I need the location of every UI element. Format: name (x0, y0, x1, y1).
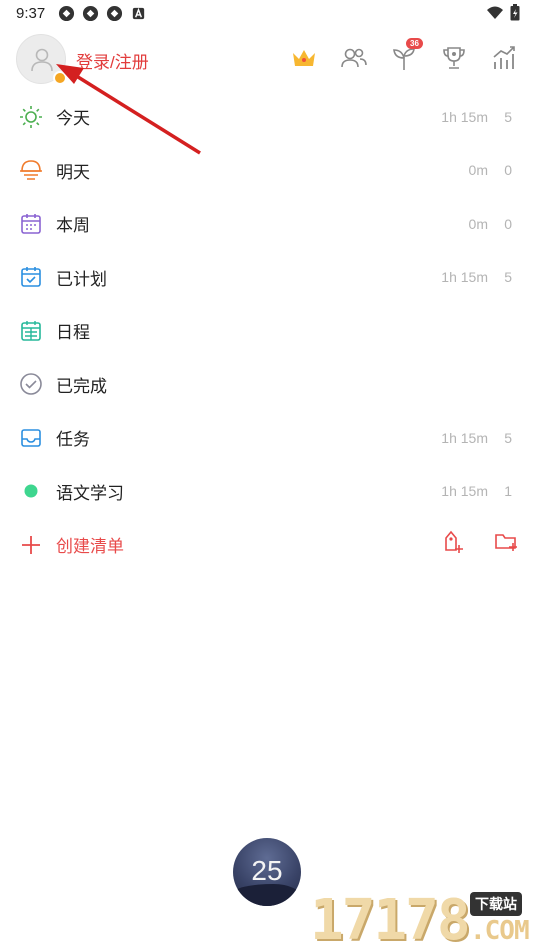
add-folder-icon[interactable] (494, 531, 518, 558)
calendar-week-icon (19, 212, 43, 236)
list-count: 5 (504, 108, 512, 125)
battery-icon (510, 4, 520, 21)
crown-icon[interactable] (290, 44, 318, 72)
list-label: 语文学习 (56, 483, 124, 503)
list-label: 日程 (56, 323, 90, 343)
timer-background (233, 884, 301, 906)
green-dot-icon (19, 479, 43, 503)
list-label: 已完成 (56, 376, 107, 396)
list-label: 明天 (56, 162, 90, 182)
stats-icon[interactable] (490, 44, 518, 72)
add-tag-icon[interactable] (442, 530, 464, 559)
sprout-badge: 36 (406, 38, 423, 49)
list-count: 5 (504, 429, 512, 446)
status-notification-icons (58, 5, 147, 22)
app-notification-icon (82, 5, 99, 22)
user-icon (31, 48, 53, 72)
status-right-icons (486, 4, 520, 21)
inbox-icon (19, 426, 43, 450)
sprout-icon[interactable]: 36 (390, 38, 423, 72)
list-item-completed[interactable]: 已完成 (0, 358, 534, 412)
list-label: 今天 (56, 109, 90, 129)
list-count: 0 (504, 215, 512, 232)
list-item-tasks[interactable]: 任务 1h 15m 5 (0, 411, 534, 465)
plus-icon (19, 533, 43, 557)
header-actions: 36 (290, 38, 518, 72)
list-count: 1 (504, 483, 512, 500)
list-count: 5 (504, 269, 512, 286)
smart-lists: 今天 1h 15m 5 明天 0m 0 本周 0m 0 已计划 1h 15m 5… (0, 90, 534, 572)
sunset-icon (19, 158, 43, 182)
list-item-schedule[interactable]: 日程 (0, 304, 534, 358)
calendar-grid-icon (19, 319, 43, 343)
wifi-icon (487, 6, 503, 19)
header: 登录/注册 36 (0, 30, 534, 90)
list-duration: 1h 15m (441, 269, 488, 286)
status-time: 9:37 (16, 5, 46, 22)
avatar[interactable] (16, 34, 67, 85)
check-circle-icon (19, 372, 43, 396)
create-list-label[interactable]: 创建清单 (56, 532, 124, 557)
list-duration: 1h 15m (441, 483, 488, 500)
list-count: 0 (504, 162, 512, 179)
list-item-chinese-study[interactable]: 语文学习 1h 15m 1 (0, 465, 534, 519)
trophy-icon[interactable] (440, 44, 468, 72)
app-notification-icon (58, 5, 75, 22)
list-duration: 1h 15m (441, 108, 488, 125)
list-duration: 1h 15m (441, 429, 488, 446)
timer-value: 25 (251, 855, 283, 886)
focus-timer-button[interactable]: 25 (233, 838, 301, 906)
vip-badge-icon (53, 71, 67, 85)
watermark-number: 17178 (310, 888, 471, 950)
create-list-row[interactable]: 创建清单 (0, 518, 534, 572)
list-duration: 0m (468, 215, 488, 232)
sun-icon (19, 105, 43, 129)
login-register-link[interactable]: 登录/注册 (76, 48, 149, 73)
create-actions (442, 530, 518, 559)
watermark-box: 下载站 (470, 892, 522, 916)
watermark-suffix: .COM (470, 916, 530, 946)
site-watermark: 17178 下载站 .COM (310, 888, 534, 950)
calendar-check-icon (19, 265, 43, 289)
list-duration: 0m (468, 162, 488, 179)
list-item-planned[interactable]: 已计划 1h 15m 5 (0, 251, 534, 305)
list-label: 本周 (56, 216, 90, 236)
list-item-tomorrow[interactable]: 明天 0m 0 (0, 144, 534, 198)
list-label: 已计划 (56, 269, 107, 289)
list-item-this-week[interactable]: 本周 0m 0 (0, 197, 534, 251)
list-label: 任务 (56, 430, 90, 450)
app-notification-icon (106, 5, 123, 22)
status-bar: 9:37 (0, 0, 534, 28)
friends-icon[interactable] (340, 44, 368, 72)
list-item-today[interactable]: 今天 1h 15m 5 (0, 90, 534, 144)
a-icon (132, 7, 145, 20)
